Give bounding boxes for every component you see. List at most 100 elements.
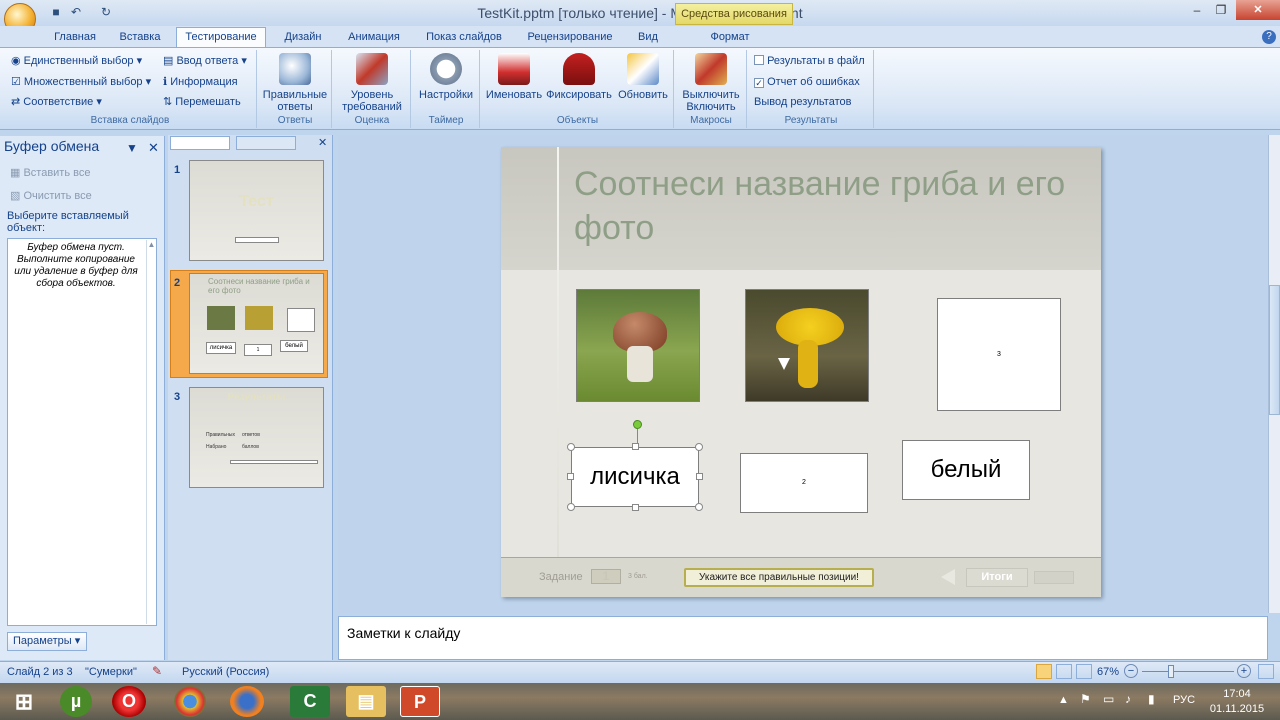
firefox-icon[interactable] [230, 686, 264, 717]
resize-handle[interactable] [567, 473, 574, 480]
resize-handle[interactable] [632, 504, 639, 511]
error-report-checkbox[interactable]: ✓ Отчет об ошибках [754, 74, 860, 91]
results-output-button[interactable]: Вывод результатов [754, 94, 851, 111]
hint-button[interactable]: Укажите все правильные позиции! [684, 568, 874, 587]
tab-slides[interactable] [170, 136, 230, 150]
zoom-slider-thumb[interactable] [1168, 665, 1174, 678]
chanterelle-photo[interactable] [745, 289, 869, 402]
help-icon[interactable]: ? [1262, 30, 1276, 44]
tab-animation[interactable]: Анимация [340, 29, 408, 47]
sorter-view-button[interactable] [1056, 664, 1072, 679]
word-box-white[interactable]: белый [902, 440, 1030, 500]
multiple-choice-button[interactable]: ☑ Множественный выбор ▾ [11, 74, 151, 91]
slide-thumbnail-1[interactable]: Тест [189, 160, 324, 261]
thumb-photo [207, 306, 235, 330]
pane-menu-icon[interactable]: ▼ [126, 141, 138, 155]
pane-close-icon[interactable]: ✕ [148, 140, 159, 156]
zoom-level[interactable]: 67% [1097, 666, 1119, 678]
word-box-chanterelle[interactable]: лисичка [571, 447, 699, 507]
next-button[interactable] [1034, 571, 1074, 584]
rename-button[interactable]: Именовать [485, 53, 543, 101]
resize-handle[interactable] [695, 503, 703, 511]
options-button[interactable]: Параметры ▾ [7, 632, 87, 651]
boletus-photo[interactable] [576, 289, 700, 402]
resize-handle[interactable] [695, 443, 703, 451]
refresh-button[interactable]: Обновить [615, 53, 671, 101]
single-choice-button[interactable]: ◉ Единственный выбор ▾ [11, 53, 142, 70]
tab-view[interactable]: Вид [628, 29, 668, 47]
thumb-title: Результаты [227, 392, 286, 403]
prev-arrow-icon[interactable] [941, 569, 955, 585]
clock-time[interactable]: 17:04 [1212, 688, 1262, 700]
slides-pane-close-icon[interactable]: ✕ [318, 136, 327, 149]
group-insert-slides: ◉ Единственный выбор ▾ ☑ Множественный в… [3, 50, 257, 128]
windows-start-icon[interactable]: ⊞ [4, 686, 44, 717]
resize-handle[interactable] [696, 473, 703, 480]
tray-volume-icon[interactable]: ♪ [1125, 692, 1131, 706]
utorrent-icon[interactable]: µ [60, 686, 92, 717]
clipboard-scrollbar[interactable]: ▲ [146, 240, 156, 624]
rotate-handle[interactable] [633, 420, 642, 429]
slide-title[interactable]: Соотнеси название гриба и его фото [574, 162, 1074, 250]
drop-box-2[interactable]: 2 [740, 453, 868, 513]
normal-view-button[interactable] [1036, 664, 1052, 679]
opera-icon[interactable]: O [112, 686, 146, 717]
tray-display-icon[interactable]: ▭ [1103, 692, 1114, 706]
timer-settings-button[interactable]: Настройки [414, 53, 478, 101]
macro-icon [695, 53, 727, 85]
drop-box-3[interactable]: 3 [937, 298, 1061, 411]
slideshow-view-button[interactable] [1076, 664, 1092, 679]
close-button[interactable]: ✕ [1236, 0, 1280, 20]
tray-network-icon[interactable]: ▮ [1148, 692, 1155, 706]
info-button[interactable]: ℹ Информация [163, 74, 238, 91]
zoom-out-icon[interactable]: − [1124, 664, 1138, 678]
clock-date[interactable]: 01.11.2015 [1206, 703, 1268, 715]
spellcheck-icon[interactable]: ✎ [152, 664, 162, 678]
thumb-row-label: баллов [242, 444, 259, 450]
resize-handle[interactable] [567, 503, 575, 511]
tab-testing[interactable]: Тестирование [176, 27, 266, 47]
slide-thumbnail-3[interactable]: Результаты Правильных ответов Набрано ба… [189, 387, 324, 488]
clipboard-list[interactable] [7, 238, 157, 626]
tab-outline[interactable] [236, 136, 296, 150]
resize-handle[interactable] [632, 443, 639, 450]
restore-button[interactable]: ❐ [1208, 2, 1234, 20]
powerpoint-icon[interactable]: P [400, 686, 440, 717]
tab-format[interactable]: Формат [695, 29, 765, 47]
correct-answers-button[interactable]: Правильные ответы [260, 53, 330, 113]
requirements-level-button[interactable]: Уровень требований [335, 53, 409, 113]
chrome-icon[interactable] [174, 686, 206, 717]
umbrella-icon [563, 53, 595, 85]
tab-insert[interactable]: Вставка [112, 29, 168, 47]
slide[interactable]: Соотнеси название гриба и его фото 3 лис… [501, 147, 1101, 597]
input-answer-button[interactable]: ▤ Ввод ответа ▾ [163, 53, 247, 70]
shuffle-button[interactable]: ⇅ Перемешать [163, 94, 241, 111]
canvas-scrollbar[interactable] [1268, 135, 1280, 613]
tray-arrow-icon[interactable]: ▲ [1058, 694, 1069, 706]
language[interactable]: Русский (Россия) [182, 666, 269, 678]
zoom-slider[interactable] [1142, 671, 1234, 672]
tab-design[interactable]: Дизайн [276, 29, 330, 47]
zoom-in-icon[interactable]: + [1237, 664, 1251, 678]
minimize-button[interactable]: – [1184, 2, 1210, 20]
macros-toggle-button[interactable]: Выключить Включить [677, 53, 745, 113]
paste-all-button[interactable]: ▦ Вставить все [10, 165, 90, 182]
fix-button[interactable]: Фиксировать [545, 53, 613, 101]
explorer-icon[interactable]: ▤ [346, 686, 386, 717]
slide-thumbnail-2[interactable]: Соотнеси название гриба и его фото лисич… [189, 273, 324, 374]
resize-handle[interactable] [567, 443, 575, 451]
camtasia-icon[interactable]: C [290, 686, 330, 717]
match-button[interactable]: ⇄ Соответствие ▾ [11, 94, 102, 111]
tray-flag-icon[interactable]: ⚑ [1080, 692, 1091, 706]
results-to-file-checkbox[interactable]: Результаты в файл [754, 53, 865, 70]
notes-pane[interactable]: Заметки к слайду [338, 616, 1268, 660]
points-label: 3 бал. [628, 573, 648, 580]
fit-window-button[interactable] [1258, 664, 1274, 679]
results-button[interactable]: Итоги [966, 568, 1028, 587]
tab-slideshow[interactable]: Показ слайдов [418, 29, 510, 47]
tray-language[interactable]: РУС [1173, 694, 1195, 706]
scroll-thumb[interactable] [1269, 285, 1280, 415]
tab-home[interactable]: Главная [46, 29, 104, 47]
tab-review[interactable]: Рецензирование [520, 29, 620, 47]
clear-all-button[interactable]: ▧ Очистить все [10, 188, 92, 205]
